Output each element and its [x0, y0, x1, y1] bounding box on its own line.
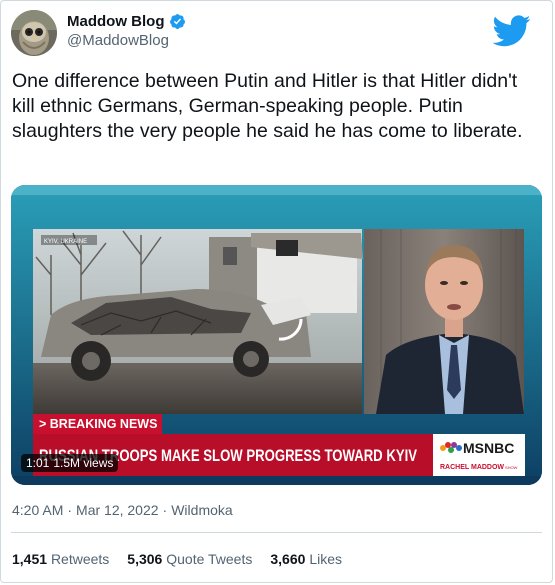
- twitter-bird-icon[interactable]: [493, 15, 531, 47]
- likes-count: 3,660: [270, 551, 306, 567]
- video-duration-views-chip: 1:01 1.5M views: [21, 454, 119, 472]
- verified-badge-icon: [169, 14, 185, 29]
- retweets-label: Retweets: [50, 551, 110, 567]
- video-thumbnail: KYIV, UKRAINE > BREAKING NEWS RUSSIAN TR…: [11, 185, 542, 485]
- video-duration: 1:01: [26, 456, 50, 470]
- likes-stat[interactable]: 3,660 Likes: [270, 551, 342, 567]
- engagement-stats: 1,451 Retweets 5,306 Quote Tweets 3,660 …: [12, 551, 342, 567]
- tweet-date[interactable]: Mar 12, 2022: [76, 502, 159, 518]
- location-label: KYIV, UKRAINE: [44, 239, 87, 245]
- video-views: 1.5M views: [53, 456, 114, 470]
- show-name-suffix: SHOW: [505, 465, 518, 470]
- msnbc-logo-text: MSNBC: [463, 440, 514, 456]
- breaking-news-label: > BREAKING NEWS: [39, 417, 157, 431]
- quote-tweets-label: Quote Tweets: [166, 551, 253, 567]
- quote-tweets-count: 5,306: [127, 551, 163, 567]
- author-handle[interactable]: @MaddowBlog: [67, 32, 169, 49]
- owl-avatar-icon: [11, 10, 57, 56]
- show-name: RACHEL MADDOW: [440, 464, 504, 471]
- retweets-count: 1,451: [12, 551, 48, 567]
- avatar[interactable]: [11, 10, 57, 56]
- tweet-text: One difference between Putin and Hitler …: [12, 70, 523, 142]
- author-name[interactable]: Maddow Blog: [67, 13, 165, 30]
- meta-separator: ·: [162, 502, 168, 518]
- meta-separator: ·: [67, 502, 73, 518]
- tweet-source[interactable]: Wildmoka: [171, 502, 232, 518]
- tweet-time[interactable]: 4:20 AM: [12, 502, 63, 518]
- tweet-meta: 4:20 AM · Mar 12, 2022 · Wildmoka: [12, 502, 233, 518]
- likes-label: Likes: [309, 551, 342, 567]
- divider: [11, 532, 542, 533]
- quote-tweets-stat[interactable]: 5,306 Quote Tweets: [127, 551, 252, 567]
- author-name-row[interactable]: Maddow Blog: [67, 13, 186, 30]
- video-player[interactable]: KYIV, UKRAINE > BREAKING NEWS RUSSIAN TR…: [11, 185, 542, 485]
- retweets-stat[interactable]: 1,451 Retweets: [12, 551, 109, 567]
- tweet-card: Maddow Blog @MaddowBlog One difference b…: [0, 0, 553, 583]
